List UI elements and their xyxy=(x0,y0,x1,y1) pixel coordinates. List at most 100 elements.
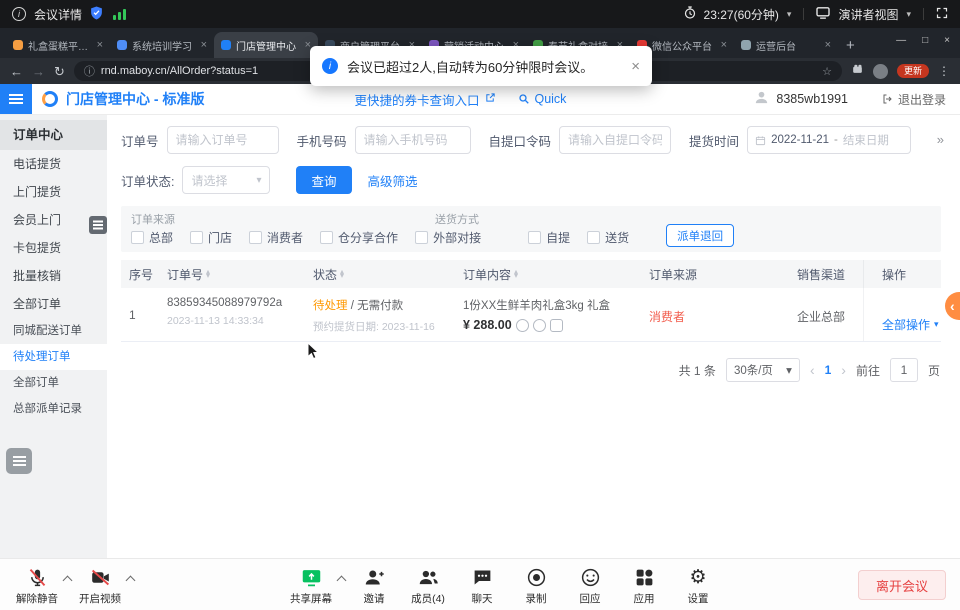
checkbox-source-consumer[interactable]: 消费者 xyxy=(249,229,303,246)
sidebar-item-city-delivery-orders[interactable]: 同城配送订单 xyxy=(0,318,107,344)
extensions-icon[interactable] xyxy=(851,62,864,80)
new-tab-icon[interactable]: + xyxy=(846,37,855,54)
goto-page-input[interactable] xyxy=(890,358,918,382)
checkbox-delivery-self-pickup[interactable]: 自提 xyxy=(528,229,570,246)
sidebar-section-order-center[interactable]: 订单中心 xyxy=(0,120,107,150)
toast-close-icon[interactable]: × xyxy=(631,58,640,75)
maximize-icon[interactable]: □ xyxy=(922,35,928,46)
phone-input[interactable] xyxy=(355,126,471,154)
order-extra-icon[interactable] xyxy=(533,319,546,332)
fullscreen-icon[interactable] xyxy=(936,7,948,22)
back-icon[interactable]: ← xyxy=(10,65,23,78)
tab-close-icon[interactable]: × xyxy=(97,39,103,51)
browser-tab[interactable]: 礼盒蛋糕平台管理中心× xyxy=(6,32,110,58)
view-mode-icon xyxy=(816,7,830,22)
checkbox-source-warehouse-share[interactable]: 仓分享合作 xyxy=(320,229,398,246)
next-page-button[interactable]: › xyxy=(841,362,846,378)
order-status-select[interactable]: 请选择 ▾ xyxy=(182,166,270,194)
browser-tab[interactable]: 系统培训学习× xyxy=(110,32,214,58)
site-info-icon[interactable]: ⓘ xyxy=(84,63,95,79)
mute-options-caret-icon[interactable] xyxy=(63,576,73,586)
sidebar-item-phone-pickup[interactable]: 电话提货 xyxy=(0,150,107,178)
sidebar-item-door-pickup[interactable]: 上门提货 xyxy=(0,178,107,206)
minimize-icon[interactable]: — xyxy=(896,35,906,46)
tab-close-icon[interactable]: × xyxy=(721,39,727,51)
date-separator: - xyxy=(834,134,838,146)
bookmark-star-icon[interactable]: ☆ xyxy=(822,65,832,78)
browser-profile-avatar[interactable] xyxy=(873,64,888,79)
sidebar-collapse-toggle[interactable] xyxy=(89,216,107,234)
checkbox-source-store[interactable]: 门店 xyxy=(190,229,232,246)
tab-close-icon[interactable]: × xyxy=(825,39,831,51)
video-label: 开启视频 xyxy=(79,591,121,606)
browser-tab-active[interactable]: 门店管理中心× xyxy=(214,32,318,58)
goto-unit: 页 xyxy=(928,362,940,379)
reaction-button[interactable]: 回应 xyxy=(563,564,617,606)
all-actions-dropdown[interactable]: 全部操作 ▾ xyxy=(872,296,939,333)
members-button[interactable]: 成员(4) xyxy=(401,564,455,606)
share-screen-button[interactable]: 共享屏幕 xyxy=(284,564,338,606)
meeting-details-label[interactable]: 会议详情 xyxy=(34,6,82,23)
app-header: 门店管理中心 - 标准版 更快捷的券卡查询入口 Quick 8385wb1991… xyxy=(0,84,960,114)
timer-caret-icon[interactable]: ▾ xyxy=(787,9,792,20)
sidebar-item-all-orders-group[interactable]: 全部订单 xyxy=(0,290,107,318)
meeting-info-icon[interactable]: i xyxy=(12,7,26,21)
view-caret-icon[interactable]: ▾ xyxy=(906,9,911,20)
chat-button[interactable]: 聊天 xyxy=(455,564,509,606)
filter-collapse-icon[interactable]: » xyxy=(937,132,944,147)
sort-icon[interactable]: ▴▾ xyxy=(206,270,210,279)
meeting-security-shield-icon[interactable] xyxy=(90,6,103,23)
tab-close-icon[interactable]: × xyxy=(201,39,207,51)
order-extra-icon[interactable] xyxy=(516,319,529,332)
sort-icon[interactable]: ▴▾ xyxy=(514,270,518,279)
browser-tab[interactable]: 运营后台× xyxy=(734,32,838,58)
sidebar-item-batch-verify[interactable]: 批量核销 xyxy=(0,262,107,290)
video-button[interactable]: 开启视频 xyxy=(73,564,127,606)
sort-icon[interactable]: ▴▾ xyxy=(340,270,344,279)
checkbox-source-external[interactable]: 外部对接 xyxy=(415,229,481,246)
record-button[interactable]: 录制 xyxy=(509,564,563,606)
cell-channel: 企业总部 xyxy=(789,288,863,341)
video-options-caret-icon[interactable] xyxy=(126,576,136,586)
order-no-input[interactable] xyxy=(167,126,279,154)
sidebar-hamburger-button[interactable] xyxy=(0,84,32,114)
mute-button[interactable]: 解除静音 xyxy=(10,564,64,606)
view-mode-label[interactable]: 演讲者视图 xyxy=(838,6,898,23)
logout-button[interactable]: 退出登录 xyxy=(882,91,946,108)
checkbox-delivery-deliver[interactable]: 送货 xyxy=(587,229,629,246)
coupon-query-link[interactable]: 更快捷的券卡查询入口 xyxy=(354,90,479,109)
dispatch-return-button[interactable]: 派单退回 xyxy=(666,224,734,247)
tab-title: 门店管理中心 xyxy=(236,38,300,53)
current-page[interactable]: 1 xyxy=(825,363,832,377)
order-source-group-label: 订单来源 xyxy=(131,211,175,227)
checkbox-source-hq[interactable]: 总部 xyxy=(131,229,173,246)
order-extra-icon[interactable] xyxy=(550,319,563,332)
advanced-filter-link[interactable]: 高级筛选 xyxy=(368,171,418,190)
quick-search-link[interactable]: Quick xyxy=(518,92,566,106)
sidebar-item-hq-dispatch-records[interactable]: 总部派单记录 xyxy=(0,396,107,422)
list-icon xyxy=(93,224,103,226)
share-options-caret-icon[interactable] xyxy=(337,576,347,586)
prev-page-button[interactable]: ‹ xyxy=(810,362,815,378)
apps-button[interactable]: 应用 xyxy=(617,564,671,606)
sidebar-item-all-orders[interactable]: 全部订单 xyxy=(0,370,107,396)
leave-meeting-button[interactable]: 离开会议 xyxy=(858,570,946,600)
invite-button[interactable]: 邀请 xyxy=(347,564,401,606)
meeting-timer[interactable]: 23:27(60分钟) xyxy=(704,6,779,23)
cell-action: 全部操作 ▾ xyxy=(863,288,941,341)
floating-menu-widget[interactable] xyxy=(6,448,32,474)
settings-button[interactable]: ⚙ 设置 xyxy=(671,564,725,606)
forward-icon[interactable]: → xyxy=(32,65,45,78)
search-button[interactable]: 查询 xyxy=(296,166,351,194)
microphone-muted-icon xyxy=(27,567,48,588)
sidebar-item-pending-orders[interactable]: 待处理订单 xyxy=(0,344,107,370)
browser-menu-icon[interactable]: ⋮ xyxy=(938,64,950,78)
sidebar-item-card-pickup[interactable]: 卡包提货 xyxy=(0,234,107,262)
close-icon[interactable]: × xyxy=(944,35,950,46)
chevron-left-icon: ‹ xyxy=(950,298,955,314)
browser-update-button[interactable]: 更新 xyxy=(897,64,929,79)
page-size-select[interactable]: 30条/页 ▾ xyxy=(726,358,800,382)
pickup-date-range-picker[interactable]: 2022-11-21 - 结束日期 xyxy=(747,126,911,154)
refresh-icon[interactable]: ↻ xyxy=(54,65,65,78)
pickup-code-input[interactable] xyxy=(559,126,671,154)
